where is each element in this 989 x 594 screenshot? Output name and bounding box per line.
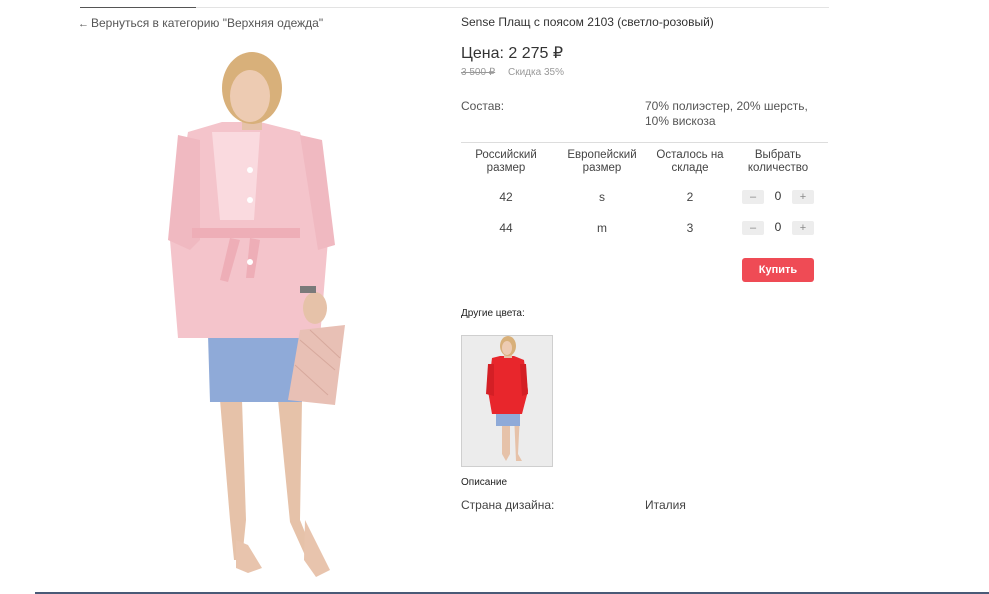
row2-eu-size: m — [597, 221, 607, 235]
composition-value: 70% полиэстер, 20% шерсть, 10% вискоза — [645, 99, 808, 128]
description-title: Описание — [461, 477, 508, 488]
row1-ru-size: 42 — [499, 190, 513, 204]
other-colors-label: Другие цвета: — [461, 308, 525, 319]
row2-minus-button[interactable]: – — [742, 221, 764, 235]
row2-stock: 3 — [686, 221, 694, 235]
composition-label: Состав: — [461, 99, 505, 113]
design-country-value: Италия — [645, 498, 686, 512]
row2-quantity-stepper: – 0 + — [742, 220, 822, 236]
other-color-thumbnail[interactable] — [461, 335, 553, 467]
top-rule — [196, 7, 829, 8]
row1-quantity-stepper: – 0 + — [742, 189, 822, 205]
row2-quantity-value[interactable]: 0 — [764, 220, 792, 234]
product-price: Цена: 2 275 ₽ — [461, 45, 564, 62]
design-country-label: Страна дизайна: — [461, 498, 555, 512]
divider — [461, 142, 828, 143]
old-price: 3 500 ₽ — [461, 67, 496, 78]
buy-button[interactable]: Купить — [742, 258, 814, 282]
back-link-label: Вернуться в категорию "Верхняя одежда" — [91, 16, 324, 30]
header-eu-size: Европейский размер — [567, 149, 637, 174]
discount-badge: Скидка 35% — [508, 67, 564, 78]
header-ru-size: Российский размер — [475, 149, 537, 174]
row2-plus-button[interactable]: + — [792, 221, 814, 235]
product-title: Sense Плащ с поясом 2103 (светло-розовый… — [461, 15, 714, 29]
row1-quantity-value[interactable]: 0 — [764, 189, 792, 203]
row1-stock: 2 — [686, 190, 694, 204]
row1-minus-button[interactable]: – — [742, 190, 764, 204]
product-photo[interactable] — [150, 40, 370, 585]
top-rule-accent — [80, 7, 196, 8]
header-stock: Осталось на складе — [656, 149, 724, 174]
header-quantity: Выбрать количество — [747, 149, 809, 174]
row2-ru-size: 44 — [499, 221, 513, 235]
row1-eu-size: s — [599, 190, 605, 204]
arrow-left-icon: ← — [78, 18, 89, 30]
back-to-category-link[interactable]: ← Вернуться в категорию "Верхняя одежда" — [78, 16, 323, 30]
row1-plus-button[interactable]: + — [792, 190, 814, 204]
